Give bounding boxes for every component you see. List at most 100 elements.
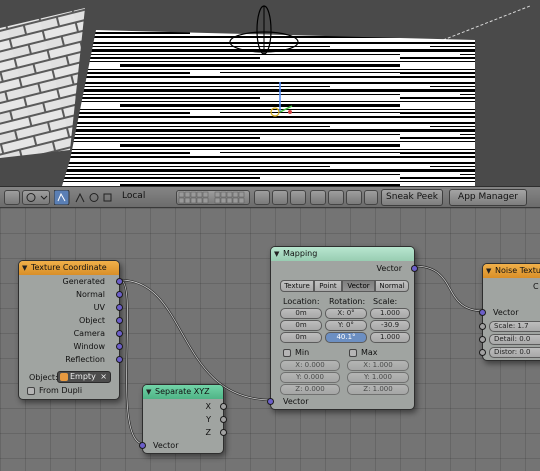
output-x: X [205, 402, 211, 411]
from-dupli-label: From Dupli [39, 386, 83, 395]
type-normal-button[interactable]: Normal [375, 280, 409, 292]
socket-x[interactable] [220, 403, 227, 410]
socket-vector-in[interactable] [479, 309, 486, 316]
camera-icon[interactable] [364, 190, 378, 205]
location-x-field[interactable]: 0m [280, 308, 322, 319]
transform-orientation-value: Local [122, 191, 146, 201]
noise-texture-header[interactable]: ▼ Noise Texture [483, 264, 540, 278]
proportional-edit-icon[interactable] [290, 190, 306, 205]
socket-object[interactable] [116, 317, 123, 324]
max-x-field[interactable]: X: 1.000 [347, 360, 409, 371]
scale-z-field[interactable]: 1.000 [370, 332, 410, 343]
socket-detail[interactable] [479, 336, 486, 343]
socket-vector-out[interactable] [411, 265, 418, 272]
output-uv: UV [93, 303, 105, 312]
scale-y-field[interactable]: -30.9 [370, 320, 410, 331]
scale-field[interactable]: Scale: 1.7 [489, 321, 540, 332]
min-x-field[interactable]: X: 0.000 [280, 360, 340, 371]
type-texture-button[interactable]: Texture [280, 280, 314, 292]
socket-generated[interactable] [116, 278, 123, 285]
min-checkbox[interactable] [283, 349, 291, 357]
brick-wall-mesh [0, 8, 85, 158]
mapping-header[interactable]: ▼ Mapping [271, 247, 414, 261]
distortion-field[interactable]: Distor: 0.0 [489, 347, 540, 358]
socket-camera[interactable] [116, 330, 123, 337]
layers-grid[interactable] [176, 190, 250, 205]
3d-viewport[interactable] [0, 0, 540, 186]
output-reflection: Reflection [65, 355, 105, 364]
location-label: Location: [283, 297, 320, 306]
input-vector-label: Vector [153, 441, 179, 450]
empty-object-icon [60, 373, 68, 381]
collapse-triangle-icon[interactable]: ▼ [22, 261, 27, 275]
manipulator-icons[interactable] [53, 189, 116, 206]
location-z-field[interactable]: 0m [280, 332, 322, 343]
separate-xyz-node[interactable]: ▼ Separate XYZ X Y Z Vector [139, 384, 227, 454]
texture-coordinate-header[interactable]: ▼ Texture Coordinate [19, 261, 119, 275]
rotation-x-field[interactable]: X: 0° [325, 308, 367, 319]
object-picker-value: Empty [70, 372, 96, 381]
socket-distortion[interactable] [479, 349, 486, 356]
clear-icon[interactable]: × [100, 372, 107, 382]
output-window: Window [73, 342, 105, 351]
output-vector-label: Vector [376, 264, 403, 273]
sneak-peek-button[interactable]: Sneak Peek [381, 189, 443, 206]
max-y-field[interactable]: Y: 1.000 [347, 372, 409, 383]
socket-z[interactable] [220, 429, 227, 436]
socket-normal[interactable] [116, 291, 123, 298]
object-label: Object: [29, 373, 58, 382]
location-y-field[interactable]: 0m [280, 320, 322, 331]
snap-target-icon[interactable] [328, 190, 344, 205]
socket-uv[interactable] [116, 304, 123, 311]
render-preview-icon[interactable] [346, 190, 362, 205]
output-color-label: C [533, 282, 539, 291]
output-z: Z [205, 428, 211, 437]
viewport-scene [0, 5, 531, 186]
collapse-triangle-icon[interactable]: ▼ [274, 247, 279, 261]
collapse-triangle-icon[interactable]: ▼ [146, 385, 151, 399]
max-z-field[interactable]: Z: 1.000 [347, 384, 409, 395]
transform-orientation-select[interactable]: Local [118, 189, 172, 206]
from-dupli-checkbox[interactable] [27, 387, 35, 395]
vertex-select-icon[interactable] [4, 190, 20, 205]
rotation-label: Rotation: [329, 297, 366, 306]
separate-xyz-header[interactable]: ▼ Separate XYZ [143, 385, 223, 399]
node-title: Noise Texture [495, 266, 540, 275]
output-camera: Camera [73, 329, 105, 338]
socket-scale[interactable] [479, 323, 486, 330]
socket-y[interactable] [220, 416, 227, 423]
node-title: Texture Coordinate [31, 263, 107, 272]
detail-field[interactable]: Detail: 0.0 [489, 334, 540, 345]
type-point-button[interactable]: Point [314, 280, 342, 292]
socket-vector-in[interactable] [267, 398, 274, 405]
min-y-field[interactable]: Y: 0.000 [280, 372, 340, 383]
pivot-point-icon[interactable] [22, 190, 50, 205]
sneak-peek-label: Sneak Peek [386, 192, 438, 202]
viewport-header: Local Sneak Peek App Manager [0, 186, 540, 208]
rotation-z-field[interactable]: 40.1° [325, 332, 367, 343]
type-vector-button[interactable]: Vector [342, 280, 375, 292]
texture-coordinate-node[interactable]: ▼ Texture Coordinate Generated Normal UV… [18, 260, 123, 400]
output-normal: Normal [76, 290, 105, 299]
output-generated: Generated [62, 277, 105, 286]
snap-icon[interactable] [310, 190, 326, 205]
object-picker-field[interactable]: Empty × [57, 371, 111, 383]
render-mode-icon[interactable] [272, 190, 288, 205]
socket-vector-in[interactable] [139, 442, 146, 449]
striped-plane-mesh [62, 30, 475, 186]
mapping-node[interactable]: ▼ Mapping Vector Texture Point Vector No… [267, 246, 418, 410]
socket-window[interactable] [116, 343, 123, 350]
socket-reflection[interactable] [116, 356, 123, 363]
input-vector-label: Vector [283, 397, 309, 406]
max-checkbox[interactable] [349, 349, 357, 357]
rotation-y-field[interactable]: Y: 0° [325, 320, 367, 331]
min-z-field[interactable]: Z: 0.000 [280, 384, 340, 395]
input-vector-label: Vector [493, 308, 519, 317]
app-manager-button[interactable]: App Manager [449, 189, 527, 206]
link-mapping-to-noise [413, 264, 485, 313]
object-type-icon[interactable] [254, 190, 270, 205]
collapse-triangle-icon[interactable]: ▼ [486, 264, 491, 278]
node-editor[interactable]: ▼ Texture Coordinate Generated Normal UV… [0, 208, 540, 471]
scale-x-field[interactable]: 1.000 [370, 308, 410, 319]
noise-texture-node[interactable]: ▼ Noise Texture C Vector Scale: 1.7 Deta… [479, 263, 540, 361]
